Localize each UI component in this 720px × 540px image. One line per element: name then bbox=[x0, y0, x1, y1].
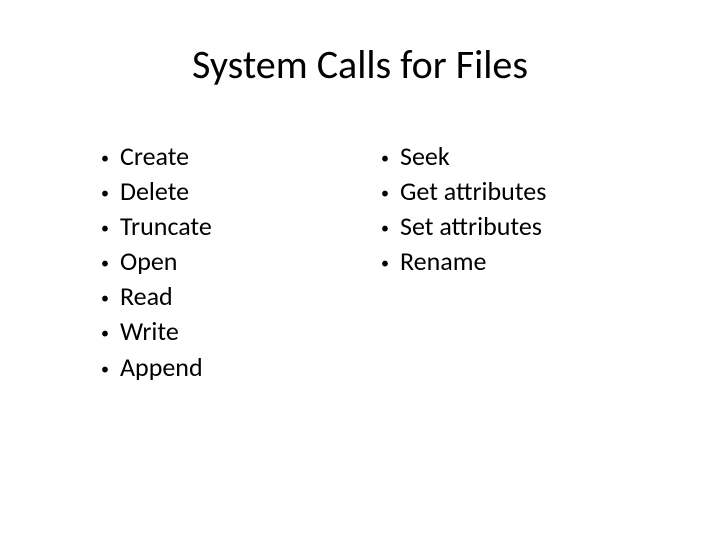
list-item-label: Read bbox=[120, 279, 173, 314]
list-item-label: Create bbox=[120, 139, 189, 174]
bullet-icon: • bbox=[370, 148, 400, 170]
left-column: •Create •Delete •Truncate •Open •Read •W… bbox=[90, 139, 350, 385]
list-item-label: Write bbox=[120, 314, 179, 349]
bullet-icon: • bbox=[90, 323, 120, 345]
bullet-icon: • bbox=[90, 218, 120, 240]
list-item-label: Set attributes bbox=[400, 209, 542, 244]
bullet-icon: • bbox=[90, 183, 120, 205]
list-item-label: Get attributes bbox=[400, 174, 546, 209]
bullet-icon: • bbox=[90, 359, 120, 381]
list-item: •Rename bbox=[370, 244, 630, 279]
slide-title: System Calls for Files bbox=[40, 40, 680, 89]
list-item-label: Open bbox=[120, 244, 177, 279]
list-item: •Seek bbox=[370, 139, 630, 174]
content-columns: •Create •Delete •Truncate •Open •Read •W… bbox=[40, 139, 680, 385]
list-item-label: Rename bbox=[400, 244, 486, 279]
list-item: •Open bbox=[90, 244, 350, 279]
list-item: •Append bbox=[90, 350, 350, 385]
bullet-icon: • bbox=[90, 288, 120, 310]
bullet-icon: • bbox=[90, 148, 120, 170]
list-item: •Read bbox=[90, 279, 350, 314]
list-item-label: Append bbox=[120, 350, 203, 385]
list-item: •Write bbox=[90, 314, 350, 349]
bullet-icon: • bbox=[370, 253, 400, 275]
list-item-label: Truncate bbox=[120, 209, 212, 244]
list-item: •Truncate bbox=[90, 209, 350, 244]
list-item: •Set attributes bbox=[370, 209, 630, 244]
bullet-icon: • bbox=[370, 183, 400, 205]
bullet-icon: • bbox=[90, 253, 120, 275]
list-item: •Delete bbox=[90, 174, 350, 209]
list-item-label: Delete bbox=[120, 174, 189, 209]
bullet-icon: • bbox=[370, 218, 400, 240]
list-item: •Get attributes bbox=[370, 174, 630, 209]
right-column: •Seek •Get attributes •Set attributes •R… bbox=[370, 139, 630, 385]
left-list: •Create •Delete •Truncate •Open •Read •W… bbox=[90, 139, 350, 385]
list-item: •Create bbox=[90, 139, 350, 174]
right-list: •Seek •Get attributes •Set attributes •R… bbox=[370, 139, 630, 279]
list-item-label: Seek bbox=[400, 139, 450, 174]
